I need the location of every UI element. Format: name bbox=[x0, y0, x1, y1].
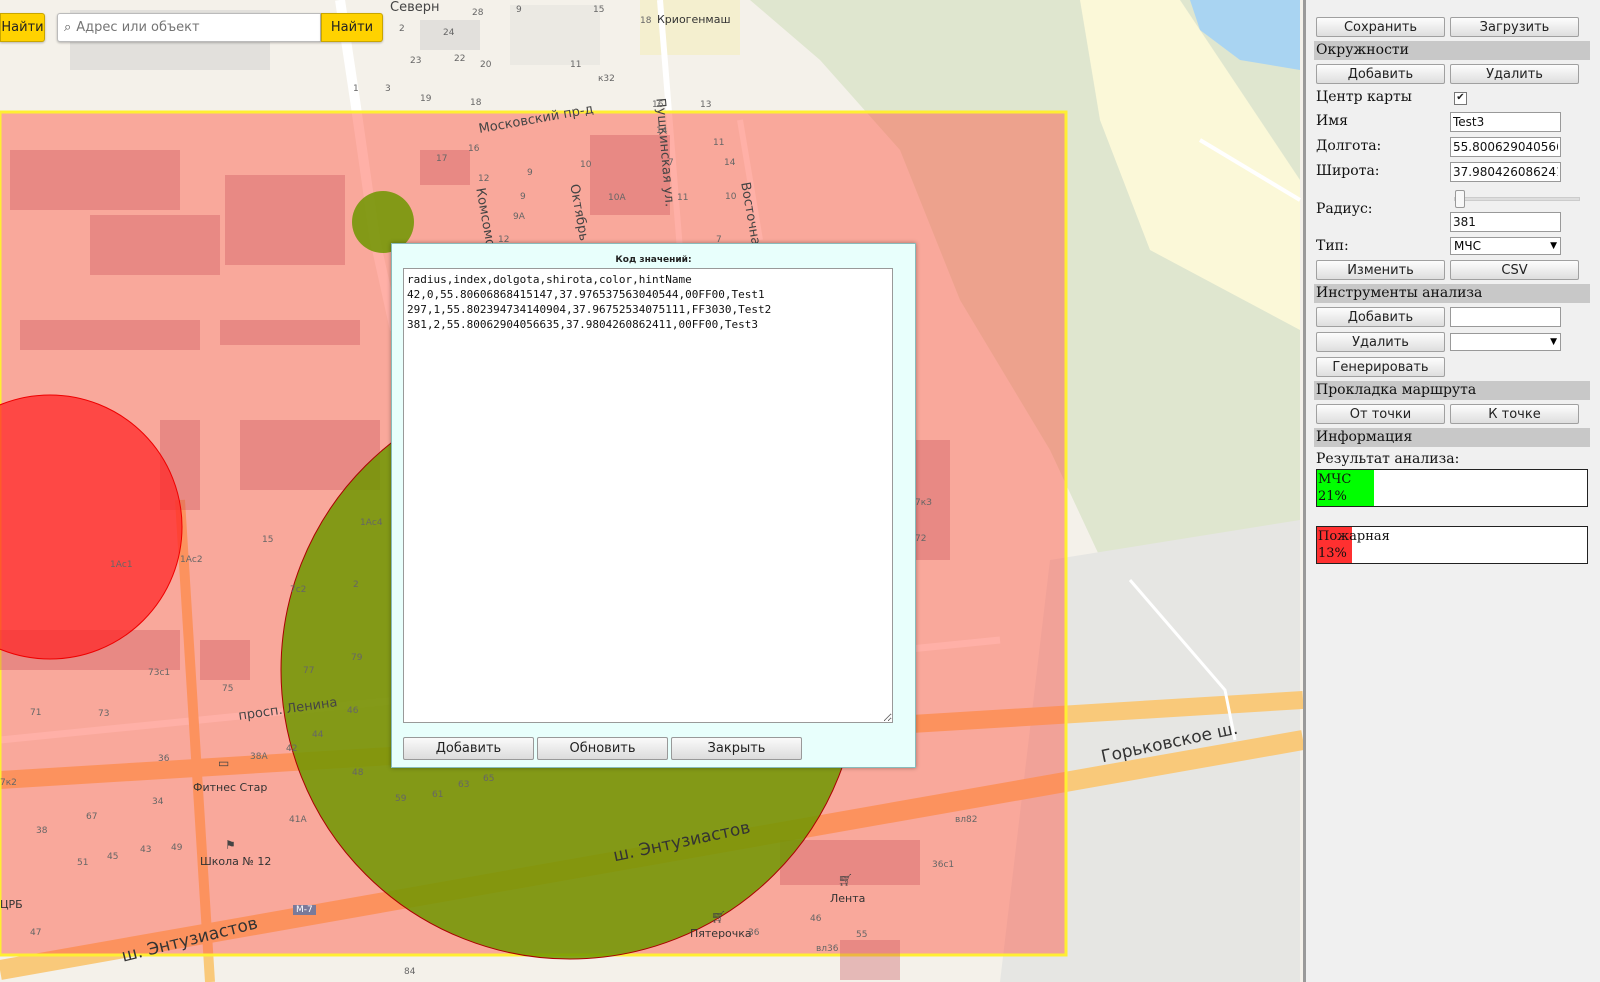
chevron-down-icon: ▼ bbox=[1550, 241, 1557, 251]
radius-field[interactable] bbox=[1450, 212, 1561, 232]
result-percent: 21% bbox=[1318, 489, 1347, 504]
result-percent: 13% bbox=[1318, 546, 1347, 561]
dialog-title: Код значений: bbox=[615, 255, 692, 265]
longitude-field[interactable] bbox=[1450, 137, 1561, 157]
search-input[interactable] bbox=[74, 19, 299, 36]
change-button[interactable]: Изменить bbox=[1316, 260, 1445, 280]
radius-slider-track[interactable] bbox=[1454, 197, 1580, 201]
result-bar-mchs: МЧС 21% bbox=[1316, 469, 1588, 507]
add-circle-button[interactable]: Добавить bbox=[1316, 64, 1445, 84]
dialog-close-button[interactable]: Закрыть bbox=[671, 737, 802, 760]
control-panel: Сохранить Загрузить Окружности Добавить … bbox=[1306, 0, 1600, 982]
analysis-add-field[interactable] bbox=[1450, 307, 1561, 327]
name-label: Имя bbox=[1316, 113, 1348, 129]
from-point-button[interactable]: От точки bbox=[1316, 404, 1445, 424]
name-field[interactable] bbox=[1450, 112, 1561, 132]
to-point-button[interactable]: К точке bbox=[1450, 404, 1579, 424]
values-code-dialog: Код значений: radius,index,dolgota,shiro… bbox=[391, 243, 916, 768]
school-area bbox=[640, 0, 740, 55]
delete-circle-button[interactable]: Удалить bbox=[1450, 64, 1579, 84]
save-button[interactable]: Сохранить bbox=[1316, 17, 1445, 37]
values-code-textarea[interactable]: radius,index,dolgota,shirota,color,hintN… bbox=[403, 268, 893, 723]
dialog-add-button[interactable]: Добавить bbox=[403, 737, 534, 760]
csv-button[interactable]: CSV bbox=[1450, 260, 1579, 280]
analysis-select[interactable]: ▼ bbox=[1450, 333, 1561, 351]
search-button[interactable]: Найти bbox=[321, 13, 383, 42]
latitude-label: Широта: bbox=[1316, 163, 1380, 179]
map-center-checkbox[interactable]: ✔ bbox=[1454, 92, 1467, 105]
load-button[interactable]: Загрузить bbox=[1450, 17, 1579, 37]
radius-label: Радиус: bbox=[1316, 201, 1373, 217]
type-select[interactable]: МЧС ▼ bbox=[1450, 237, 1561, 255]
map-area[interactable]: Северн Московский пр-д Пушкинская ул. Ок… bbox=[0, 0, 1303, 982]
latitude-field[interactable] bbox=[1450, 162, 1561, 182]
generate-button[interactable]: Генерировать bbox=[1316, 357, 1445, 377]
radius-slider-handle[interactable] bbox=[1455, 190, 1465, 208]
analysis-add-button[interactable]: Добавить bbox=[1316, 307, 1445, 327]
chevron-down-icon: ▼ bbox=[1550, 337, 1557, 347]
dialog-update-button[interactable]: Обновить bbox=[537, 737, 668, 760]
result-text: Пожарная 13% bbox=[1318, 528, 1390, 562]
search-icon: ⌕ bbox=[64, 20, 72, 35]
type-label: Тип: bbox=[1316, 238, 1349, 254]
type-select-value: МЧС bbox=[1454, 239, 1481, 253]
section-analysis-tools: Инструменты анализа bbox=[1314, 284, 1590, 303]
longitude-label: Долгота: bbox=[1316, 138, 1382, 154]
result-bar-fire: Пожарная 13% bbox=[1316, 526, 1588, 564]
search-bar: Найти ⌕ Найти bbox=[0, 13, 383, 42]
analysis-result-label: Результат анализа: bbox=[1316, 451, 1460, 467]
analysis-delete-button[interactable]: Удалить bbox=[1316, 332, 1445, 352]
building bbox=[420, 20, 480, 50]
building bbox=[510, 5, 600, 65]
section-circles: Окружности bbox=[1314, 41, 1590, 60]
map-center-label: Центр карты bbox=[1316, 89, 1412, 105]
result-name: МЧС bbox=[1318, 472, 1352, 487]
section-route: Прокладка маршрута bbox=[1314, 381, 1590, 400]
section-info: Информация bbox=[1314, 428, 1590, 447]
result-text: МЧС 21% bbox=[1318, 471, 1351, 505]
result-name: Пожарная bbox=[1318, 529, 1390, 544]
search-button-left[interactable]: Найти bbox=[0, 13, 45, 42]
search-box: ⌕ bbox=[57, 13, 321, 42]
